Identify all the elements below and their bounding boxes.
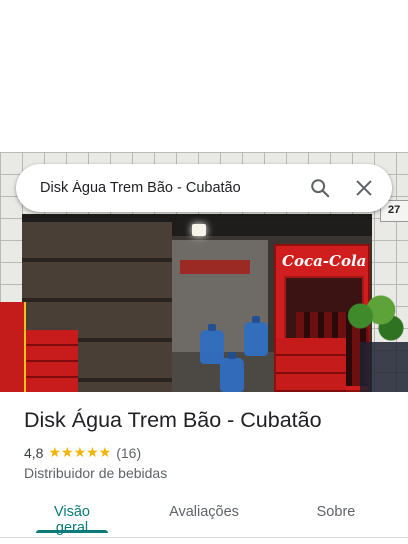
rating-row[interactable]: 4,8 ★★★★★ (16): [24, 444, 141, 461]
search-icon: [311, 179, 330, 198]
active-tab-indicator: [36, 530, 108, 533]
water-jug: [220, 352, 244, 392]
ceiling-light: [192, 224, 206, 236]
left-sign: [0, 302, 26, 392]
tab-reviews[interactable]: Avaliações: [160, 504, 248, 520]
star-rating-icon: ★★★★★: [48, 444, 112, 460]
search-input[interactable]: Disk Água Trem Bão - Cubatão: [40, 180, 298, 196]
glass-door-right: [360, 342, 408, 392]
place-category[interactable]: Distribuidor de bebidas: [24, 465, 167, 481]
place-title: Disk Água Trem Bão - Cubatão: [24, 408, 322, 432]
review-count[interactable]: (16): [116, 445, 141, 461]
water-jug: [200, 324, 224, 364]
search-button[interactable]: [298, 164, 342, 212]
tab-about[interactable]: Sobre: [306, 504, 366, 520]
clear-search-button[interactable]: [342, 164, 386, 212]
search-bar[interactable]: Disk Água Trem Bão - Cubatão: [16, 164, 392, 212]
back-shelf: [180, 260, 250, 274]
fridge-logo-text: Coca-Cola: [282, 252, 367, 270]
top-blank-area: [0, 0, 408, 152]
crate-stack-right: [276, 338, 346, 392]
crate-stack-left: [22, 330, 78, 392]
address-number: 27: [388, 204, 401, 216]
place-tabs: Visão geral Avaliações Sobre: [0, 496, 408, 536]
close-icon: [356, 180, 372, 196]
tabs-divider: [0, 537, 408, 538]
rating-value: 4,8: [24, 444, 44, 461]
water-jug: [244, 316, 268, 356]
